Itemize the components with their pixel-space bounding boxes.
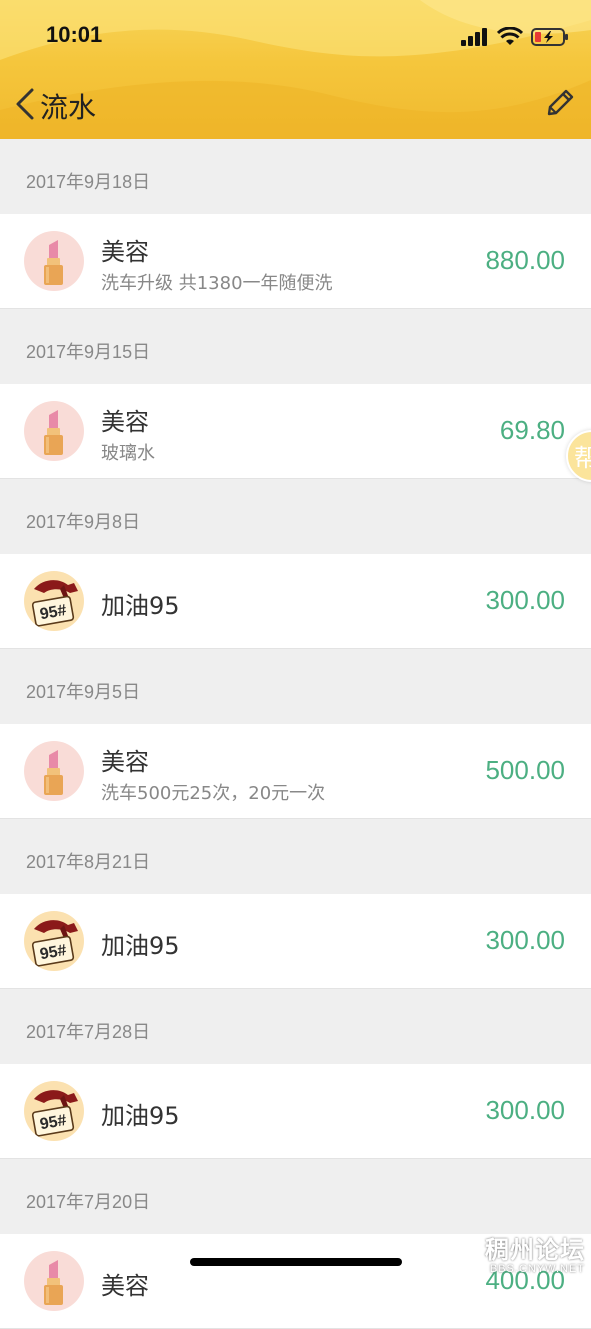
transaction-note: 玻璃水	[101, 443, 155, 464]
date-header: 2017年7月28日	[26, 1022, 151, 1042]
signal-icon	[461, 28, 487, 46]
transaction-category: 加油95	[101, 932, 180, 960]
date-header: 2017年9月18日	[26, 172, 151, 192]
transaction-row[interactable]: 美容洗车500元25次，20元一次 500.00	[0, 724, 591, 819]
transaction-category: 美容	[101, 1272, 149, 1300]
watermark-main: 稠州论坛	[485, 1237, 585, 1264]
lipstick-icon	[24, 741, 84, 801]
lipstick-icon	[24, 1251, 84, 1311]
transaction-note: 洗车500元25次，20元一次	[101, 783, 326, 804]
transaction-row[interactable]: 美容玻璃水 69.80	[0, 384, 591, 479]
home-indicator	[190, 1258, 402, 1266]
transaction-note: 洗车升级 共1380一年随便洗	[101, 273, 333, 294]
fuel-nozzle-icon: 95#	[24, 1081, 84, 1141]
date-header: 2017年9月8日	[26, 512, 141, 532]
transaction-row[interactable]: 95# 加油95 300.00	[0, 894, 591, 989]
lipstick-icon	[24, 401, 84, 461]
chevron-left-icon	[16, 88, 34, 120]
status-icons	[461, 26, 569, 48]
date-header: 2017年7月20日	[26, 1192, 151, 1212]
transaction-row[interactable]: 95# 加油95 300.00	[0, 554, 591, 649]
transaction-row[interactable]: 95# 加油95 300.00	[0, 1064, 591, 1159]
date-header: 2017年9月5日	[26, 682, 141, 702]
transaction-category: 美容	[101, 238, 149, 266]
transaction-category: 加油95	[101, 592, 180, 620]
wifi-icon	[497, 27, 523, 45]
transaction-category: 美容	[101, 408, 149, 436]
date-header: 2017年8月21日	[26, 852, 151, 872]
transaction-amount: 880.00	[485, 245, 565, 275]
date-header: 2017年9月15日	[26, 342, 151, 362]
transaction-list: 2017年9月18日 美容 洗车升级 共1380一年随便洗 880.00 2017年9…	[0, 139, 591, 1329]
status-time: 10:01	[46, 22, 103, 47]
transaction-amount: 300.00	[485, 925, 565, 955]
transaction-category: 美容	[101, 748, 149, 776]
header: 10:01 流水	[0, 0, 591, 139]
pencil-icon	[547, 89, 574, 116]
transaction-amount: 500.00	[485, 755, 565, 785]
fuel-nozzle-icon: 95#	[24, 911, 84, 971]
transaction-amount: 69.80	[499, 415, 565, 445]
transaction-amount: 300.00	[485, 1095, 565, 1125]
page-title: 流水	[40, 91, 97, 124]
watermark: 稠州论坛 BBS.CNYW.NET	[485, 1230, 585, 1275]
watermark-sub: BBS.CNYW.NET	[489, 1263, 585, 1275]
edit-button[interactable]	[543, 86, 577, 120]
battery-icon	[531, 28, 568, 46]
transaction-category: 加油95	[101, 1102, 180, 1130]
transaction-row[interactable]: 美容洗车升级 共1380一年随便洗 880.00	[0, 214, 591, 309]
lipstick-icon	[24, 231, 84, 291]
transaction-amount: 300.00	[485, 585, 565, 615]
fuel-nozzle-icon: 95#	[24, 571, 84, 631]
back-button[interactable]	[12, 84, 42, 124]
